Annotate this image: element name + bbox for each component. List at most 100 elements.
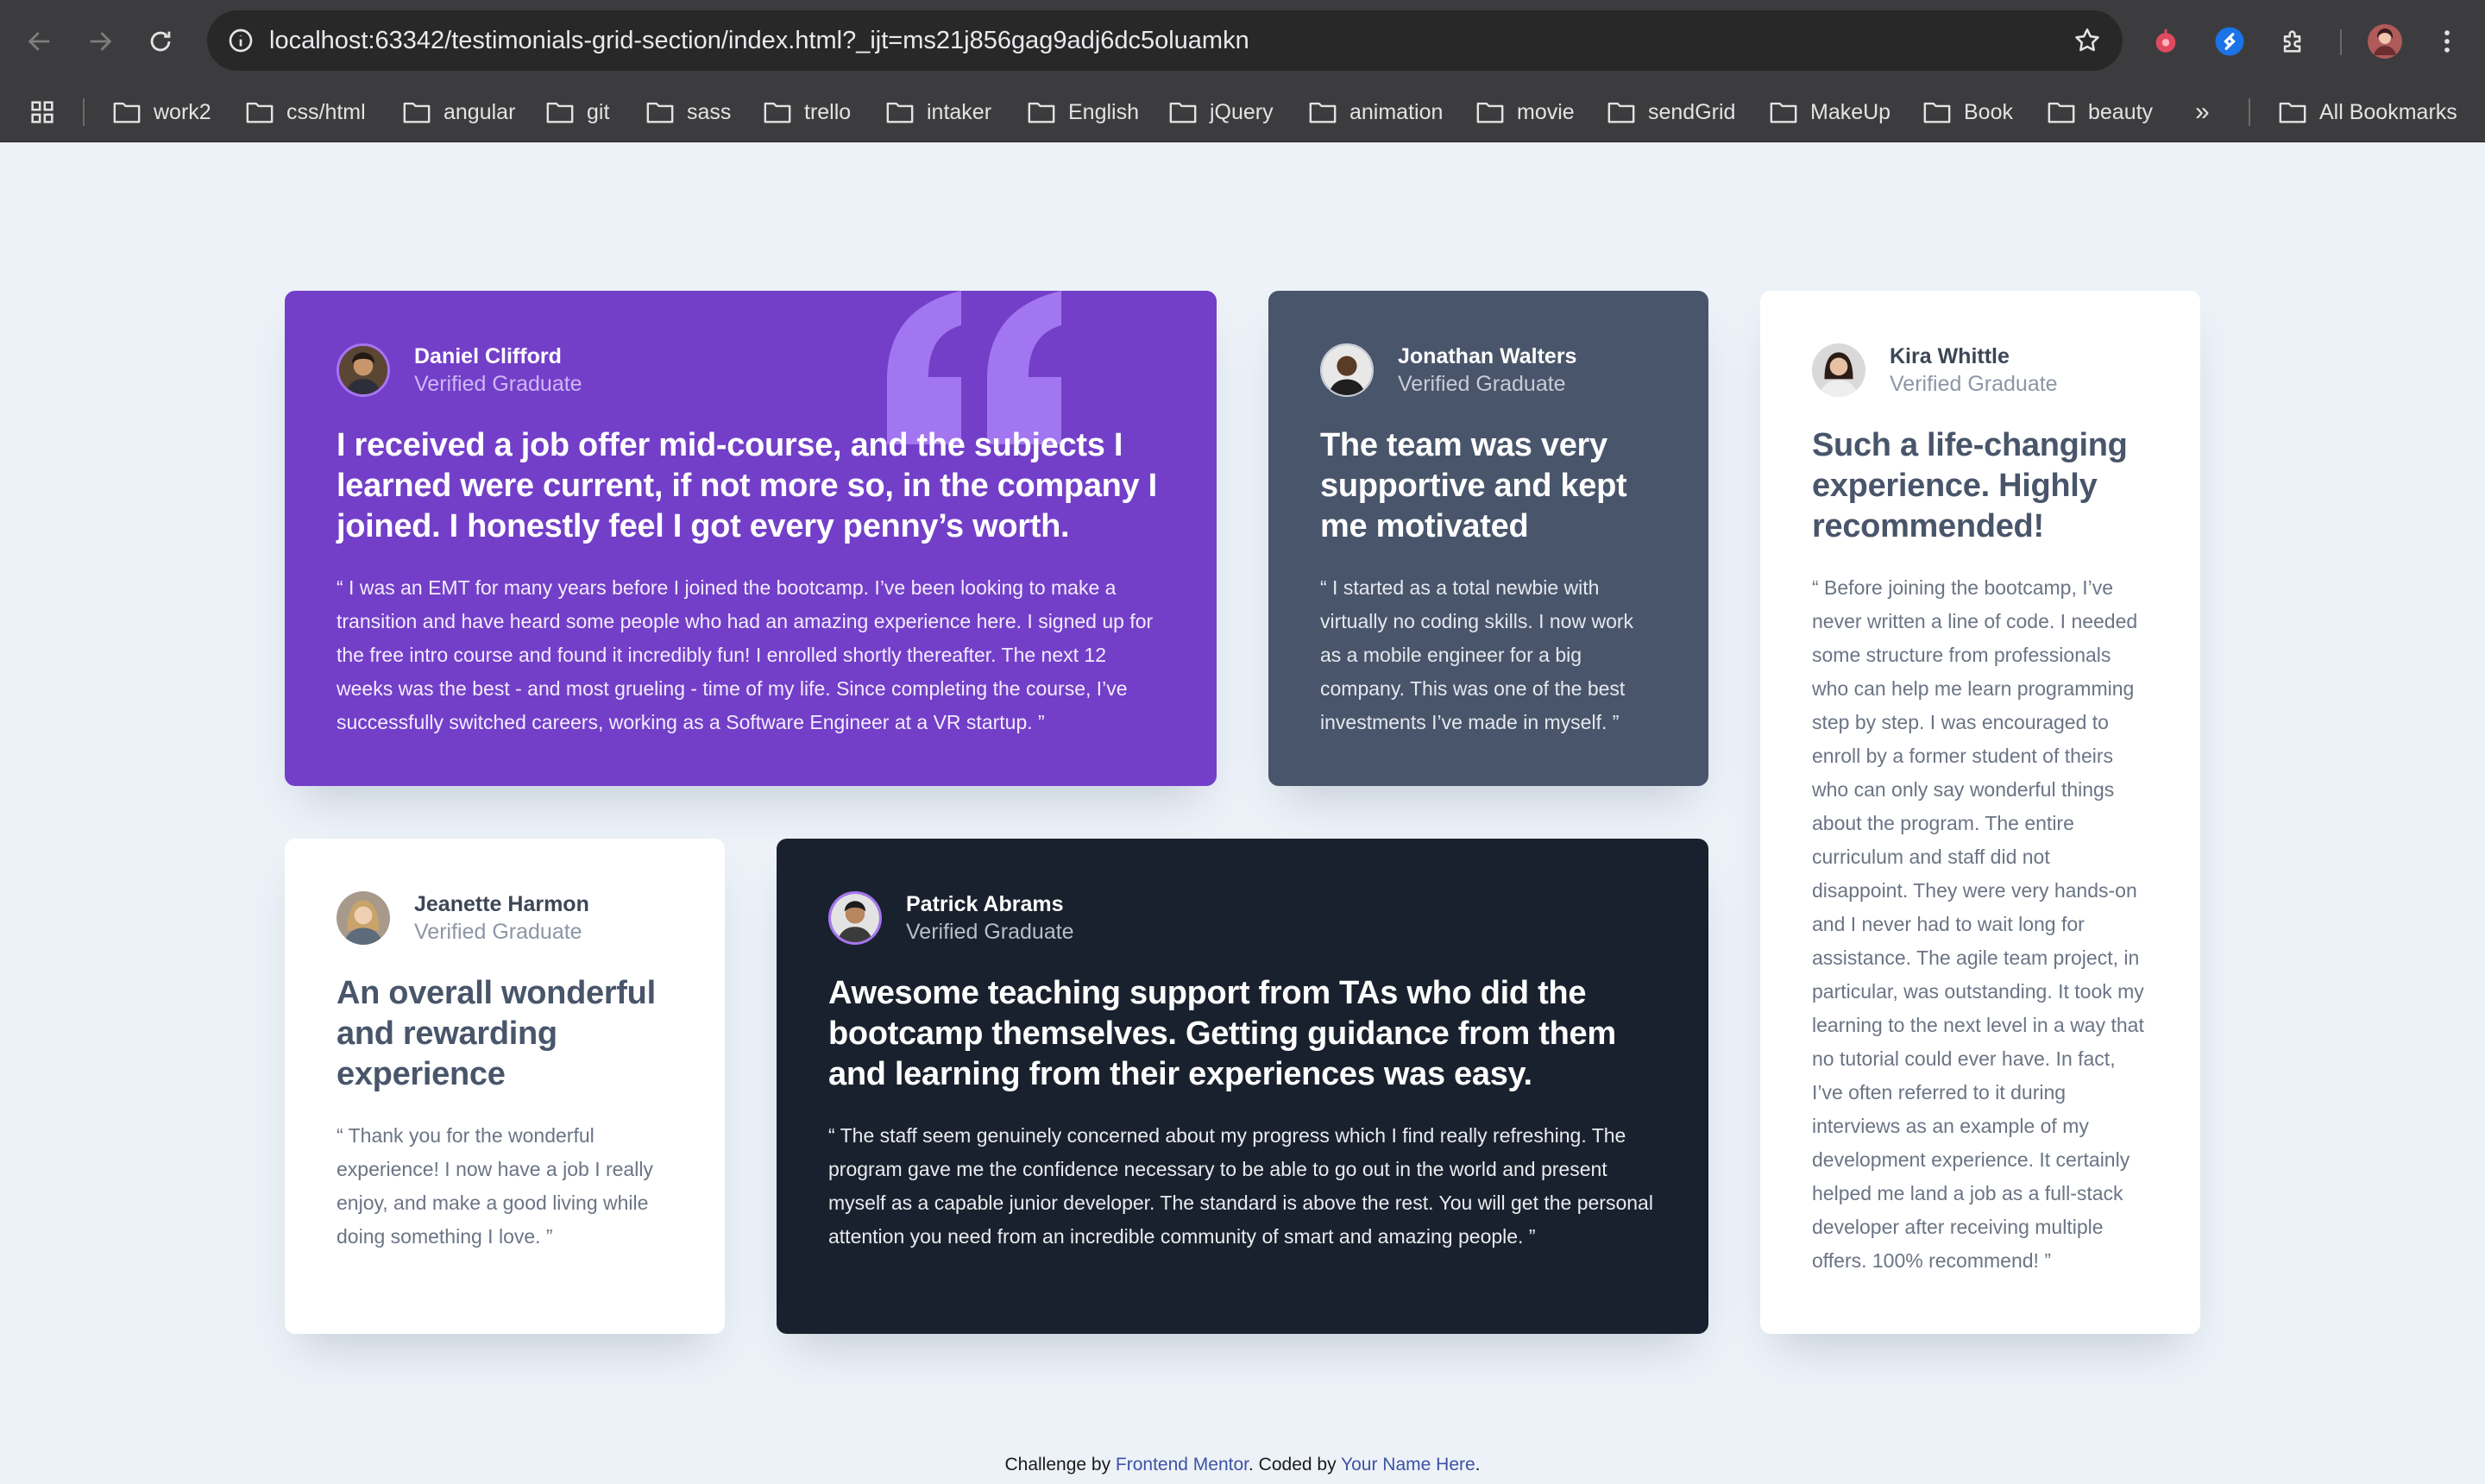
bookmark-item[interactable]: git — [545, 83, 609, 141]
bookmarks-divider — [2249, 98, 2250, 126]
testimonial-body: “ I was an EMT for many years before I j… — [337, 576, 1154, 733]
author-role: Verified Graduate — [414, 920, 582, 944]
bookmark-label: movie — [1517, 99, 1575, 124]
apps-grid-icon[interactable] — [28, 83, 57, 141]
bookmark-item[interactable]: Book — [1922, 83, 2013, 141]
testimonial-body: “ Thank you for the wonderful experience… — [337, 1124, 653, 1248]
bookmark-label: intaker — [927, 99, 992, 124]
bookmark-item[interactable]: English — [1027, 83, 1139, 141]
bookmark-item[interactable]: sendGrid — [1607, 83, 1735, 141]
attribution: Challenge by Frontend Mentor. Coded by Y… — [0, 1455, 2485, 1475]
bookmark-star-icon[interactable] — [2067, 21, 2107, 60]
browser-toolbar: localhost:63342/testimonials-grid-sectio… — [0, 0, 2485, 83]
bookmark-item[interactable]: sass — [645, 83, 731, 141]
author-link[interactable]: Your Name Here — [1341, 1455, 1475, 1475]
toolbar-divider — [2340, 29, 2342, 55]
bookmark-label: trello — [804, 99, 852, 124]
folder-icon — [764, 102, 791, 123]
bookmark-item[interactable]: css/html — [245, 83, 366, 141]
testimonial-body: “ The staff seem genuinely concerned abo… — [828, 1124, 1653, 1248]
bookmark-label: beauty — [2088, 99, 2154, 124]
bookmark-item[interactable]: jQuery — [1168, 83, 1274, 141]
testimonial-card-jeanette: Jeanette Harmon Verified Graduate An ove… — [285, 839, 725, 1334]
bookmark-item[interactable]: trello — [763, 83, 851, 141]
profile-avatar[interactable] — [2364, 21, 2406, 62]
bookmark-label: English — [1068, 99, 1139, 124]
testimonial-card-jonathan: Jonathan Walters Verified Graduate The t… — [1268, 291, 1708, 786]
avatar — [1320, 343, 1374, 397]
folder-icon — [646, 102, 674, 123]
testimonial-headline: Awesome teaching support from TAs who di… — [828, 975, 1616, 1092]
author: Jeanette Harmon Verified Graduate — [337, 889, 673, 947]
folder-icon — [1309, 102, 1337, 123]
testimonial-headline: I received a job offer mid-course, and t… — [337, 427, 1157, 544]
folder-icon — [1169, 102, 1197, 123]
back-button[interactable] — [19, 21, 60, 62]
folder-icon — [546, 102, 574, 123]
testimonial-card-patrick: Patrick Abrams Verified Graduate Awesome… — [777, 839, 1708, 1334]
author-role: Verified Graduate — [414, 372, 582, 396]
bookmark-item[interactable]: work2 — [112, 83, 211, 141]
reload-button[interactable] — [140, 21, 181, 62]
extensions-puzzle-icon[interactable] — [2273, 21, 2314, 62]
author-name: Daniel Clifford — [414, 344, 562, 368]
bookmark-label: Book — [1964, 99, 2013, 124]
bookmarks-divider — [83, 98, 85, 126]
testimonial-headline: An overall wonderful and rewarding exper… — [337, 975, 656, 1092]
bookmark-item[interactable]: angular — [402, 83, 515, 141]
reload-icon — [150, 31, 171, 52]
folder-icon — [1028, 102, 1055, 123]
folder-icon — [1923, 102, 1951, 123]
author-name: Jeanette Harmon — [414, 892, 589, 916]
site-info-icon[interactable] — [221, 21, 261, 60]
folder-icon — [246, 102, 274, 123]
author-role: Verified Graduate — [1398, 372, 1566, 396]
folder-icon — [403, 102, 431, 123]
bookmark-item[interactable]: animation — [1308, 83, 1443, 141]
bookmark-item[interactable]: movie — [1475, 83, 1575, 141]
menu-dots-icon[interactable] — [2426, 21, 2468, 62]
bookmark-label: work2 — [154, 99, 211, 124]
extension-red-icon[interactable] — [2145, 21, 2186, 62]
author: Patrick Abrams Verified Graduate — [828, 889, 1657, 947]
attribution-middle: . Coded by — [1249, 1455, 1342, 1475]
author-name: Patrick Abrams — [906, 892, 1064, 916]
bookmark-item[interactable]: intaker — [885, 83, 991, 141]
address-bar[interactable]: localhost:63342/testimonials-grid-sectio… — [207, 10, 2123, 71]
shazam-extension-icon[interactable] — [2209, 21, 2250, 62]
frontend-mentor-link[interactable]: Frontend Mentor — [1116, 1455, 1249, 1475]
testimonial-headline: The team was very supportive and kept me… — [1320, 427, 1627, 544]
bookmark-label: jQuery — [1210, 99, 1274, 124]
attribution-suffix: . — [1475, 1455, 1481, 1475]
avatar — [1812, 343, 1865, 397]
folder-icon — [113, 102, 141, 123]
forward-button[interactable] — [79, 21, 121, 62]
avatar — [337, 343, 390, 397]
back-arrow-icon — [28, 32, 50, 51]
all-bookmarks-label: All Bookmarks — [2319, 99, 2457, 124]
bookmark-label: angular — [444, 99, 516, 124]
bookmark-item[interactable]: beauty — [2047, 83, 2153, 141]
bookmarks-bar: work2 css/html angular git sass trello intaker… — [0, 83, 2485, 142]
folder-icon — [2048, 102, 2075, 123]
testimonial-card-daniel: Daniel Clifford Verified Graduate I rece… — [285, 291, 1217, 786]
folder-icon — [2279, 102, 2306, 123]
testimonial-card-kira: Kira Whittle Verified Graduate Such a li… — [1760, 291, 2200, 1334]
testimonial-body: “ Before joining the bootcamp, I’ve neve… — [1812, 576, 2144, 1272]
author-role: Verified Graduate — [1890, 372, 2058, 396]
author-name: Jonathan Walters — [1398, 344, 1577, 368]
bookmark-item[interactable]: MakeUp — [1769, 83, 1890, 141]
url-text[interactable]: localhost:63342/testimonials-grid-sectio… — [269, 10, 1249, 71]
more-bookmarks-button[interactable]: » — [2195, 83, 2210, 141]
bookmark-label: git — [587, 99, 610, 124]
bookmark-label: MakeUp — [1810, 99, 1891, 124]
all-bookmarks-button[interactable]: All Bookmarks — [2278, 83, 2457, 141]
folder-icon — [1476, 102, 1504, 123]
attribution-prefix: Challenge by — [1004, 1455, 1116, 1475]
folder-icon — [1607, 102, 1635, 123]
testimonial-headline: Such a life-changing experience. Highly … — [1812, 427, 2128, 544]
forward-arrow-icon — [90, 32, 112, 51]
testimonial-body: “ I started as a total newbie with virtu… — [1320, 576, 1634, 733]
avatar — [828, 891, 882, 945]
bookmark-label: animation — [1349, 99, 1444, 124]
